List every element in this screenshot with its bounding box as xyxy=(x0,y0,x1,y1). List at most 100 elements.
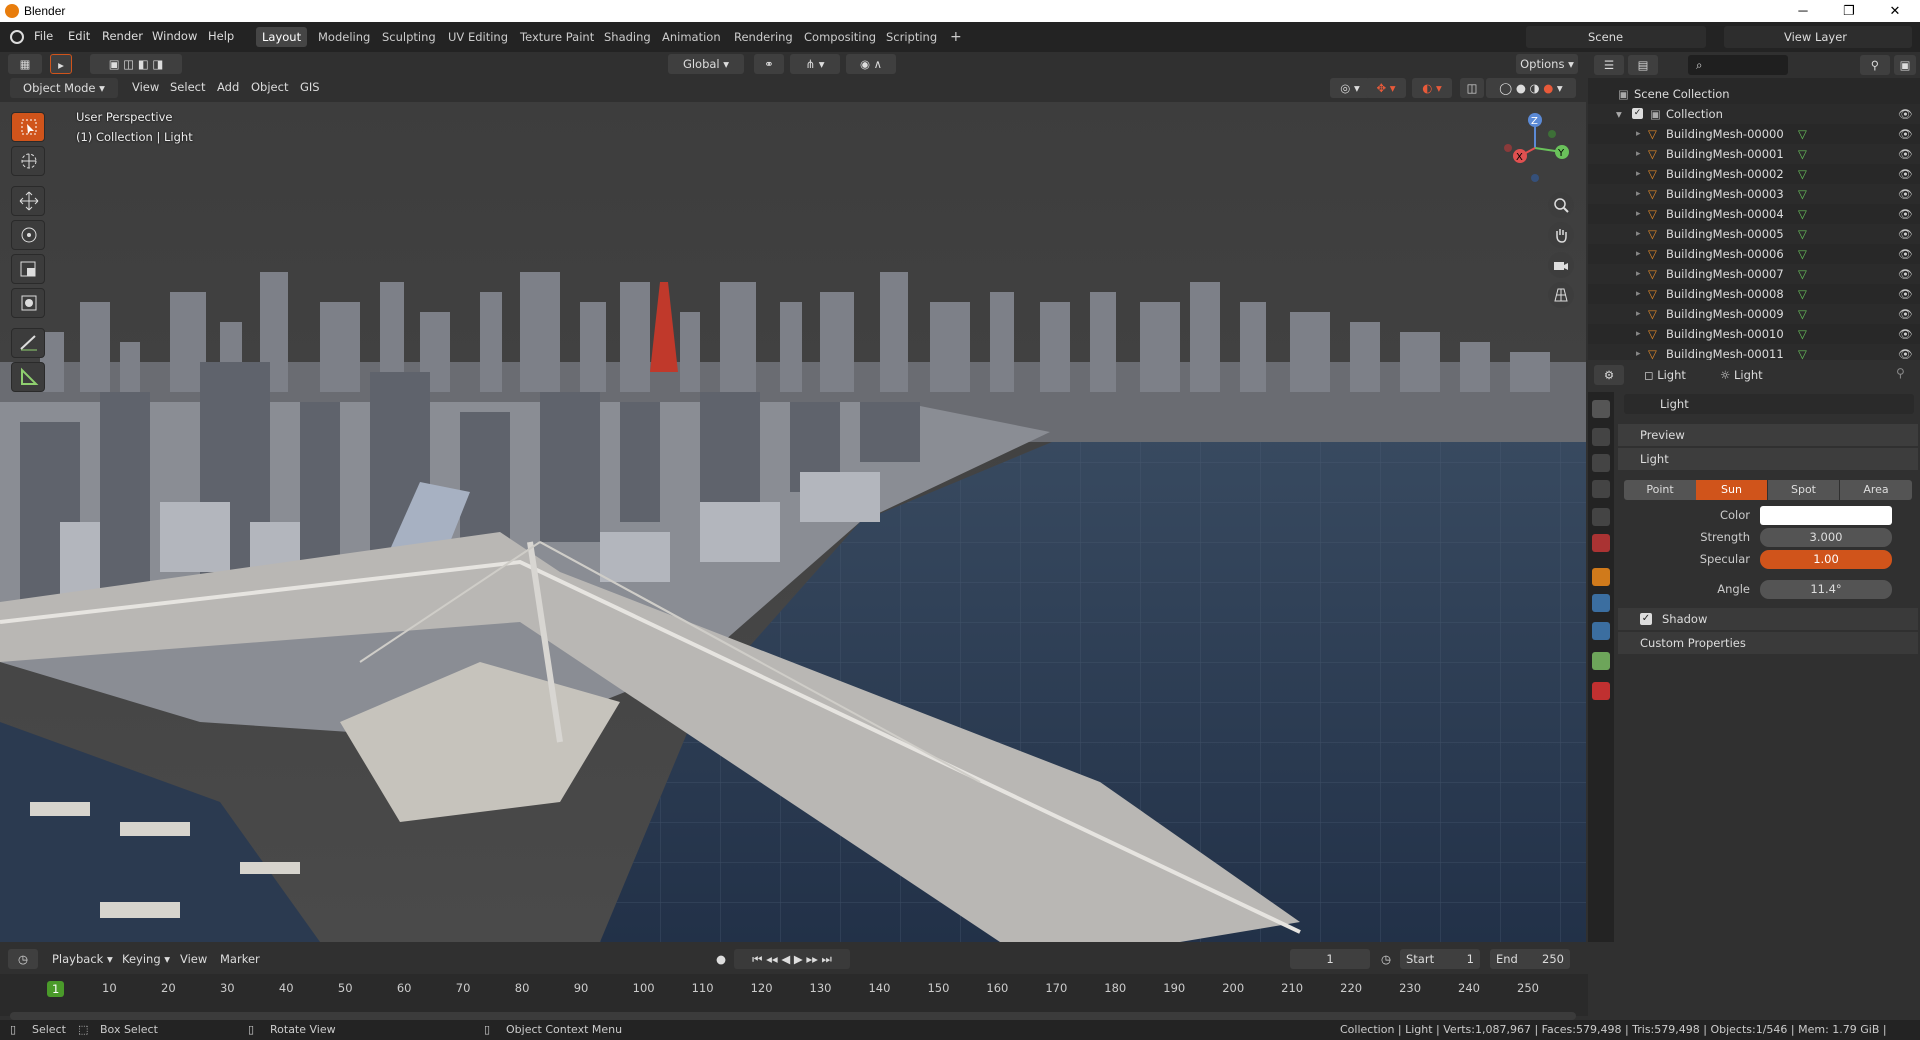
timeline-menu-marker[interactable]: Marker xyxy=(220,952,260,966)
tab-scripting[interactable]: Scripting xyxy=(880,27,943,47)
light-section[interactable]: Light xyxy=(1618,448,1918,470)
menu-file[interactable]: File xyxy=(34,29,53,43)
outliner-scene-collection[interactable]: ▣ Scene Collection xyxy=(1588,84,1920,104)
object-breadcrumb[interactable]: ◻ Light xyxy=(1644,368,1686,382)
specular-slider[interactable]: 1.00 xyxy=(1760,550,1892,569)
cursor-tool[interactable] xyxy=(11,146,45,176)
filter-icon[interactable]: ⚲ xyxy=(1860,55,1890,75)
3d-viewport[interactable]: User Perspective (1) Collection | Light … xyxy=(0,102,1586,942)
rotate-tool[interactable] xyxy=(11,220,45,250)
viewport-menu-view[interactable]: View xyxy=(132,80,159,94)
outliner-collection[interactable]: ▾ ✓ ▣ Collection 👁 xyxy=(1588,104,1920,124)
timeline-menu-view[interactable]: View xyxy=(180,952,207,966)
record-icon[interactable]: ● xyxy=(710,949,732,969)
move-tool[interactable] xyxy=(11,186,45,216)
light-datablock-field[interactable]: Light xyxy=(1624,394,1914,414)
select-box-tool[interactable] xyxy=(11,112,45,142)
expand-icon[interactable]: ▾ xyxy=(1616,104,1622,124)
view-layer-selector[interactable]: View Layer xyxy=(1724,26,1912,48)
menu-help[interactable]: Help xyxy=(208,29,234,43)
outliner-item[interactable]: ▸ ▽ BuildingMesh-00008 ▽ 👁 xyxy=(1588,284,1920,304)
clock-icon[interactable]: ◷ xyxy=(1376,949,1396,969)
eye-icon[interactable]: 👁 xyxy=(1898,184,1913,204)
tab-layout[interactable]: Layout xyxy=(256,27,308,47)
collection-checkbox[interactable]: ✓ xyxy=(1632,108,1643,119)
navigation-gizmo[interactable]: Z Y X xyxy=(1490,108,1580,188)
eye-icon[interactable]: 👁 xyxy=(1898,284,1913,304)
timeline-menu-keying[interactable]: Keying ▾ xyxy=(122,952,170,966)
outliner-item[interactable]: ▸ ▽ BuildingMesh-00002 ▽ 👁 xyxy=(1588,164,1920,184)
close-button[interactable]: ✕ xyxy=(1872,1,1918,21)
outliner-item[interactable]: ▸ ▽ BuildingMesh-00003 ▽ 👁 xyxy=(1588,184,1920,204)
constraints-tab-icon[interactable] xyxy=(1592,622,1610,640)
ortho-grid-icon[interactable] xyxy=(1548,282,1574,308)
expand-icon[interactable]: ▸ xyxy=(1636,144,1641,164)
custom-properties-section[interactable]: Custom Properties xyxy=(1618,632,1918,654)
outliner-item[interactable]: ▸ ▽ BuildingMesh-00005 ▽ 👁 xyxy=(1588,224,1920,244)
pivot-icon[interactable]: ⚭ xyxy=(754,54,784,74)
eye-icon[interactable]: 👁 xyxy=(1898,104,1913,124)
texture-tab-icon[interactable] xyxy=(1592,682,1610,700)
pin-icon[interactable]: ⚲ xyxy=(1896,366,1905,380)
scene-selector[interactable]: Scene xyxy=(1526,26,1706,48)
proportional-edit-icon[interactable]: ◉ ∧ xyxy=(846,54,896,74)
outliner-item[interactable]: ▸ ▽ BuildingMesh-00000 ▽ 👁 xyxy=(1588,124,1920,144)
selection-mode-buttons[interactable]: ▣ ◫ ◧ ◨ xyxy=(90,54,182,74)
select-tool-icon[interactable]: ▸ xyxy=(50,54,72,74)
overlay-toggle-icon[interactable]: ◐ ▾ xyxy=(1412,78,1452,98)
zoom-icon[interactable] xyxy=(1548,192,1574,218)
minimize-button[interactable]: ─ xyxy=(1780,1,1826,21)
physics-tab-icon[interactable] xyxy=(1592,594,1610,612)
render-tab-icon[interactable] xyxy=(1592,428,1610,446)
shading-mode-icons[interactable]: ◯ ● ◑ ● ▾ xyxy=(1486,78,1576,98)
outliner-item[interactable]: ▸ ▽ BuildingMesh-00007 ▽ 👁 xyxy=(1588,264,1920,284)
tab-shading[interactable]: Shading xyxy=(598,27,657,47)
add-workspace-button[interactable]: + xyxy=(944,27,968,47)
outliner-item[interactable]: ▸ ▽ BuildingMesh-00004 ▽ 👁 xyxy=(1588,204,1920,224)
tab-animation[interactable]: Animation xyxy=(656,27,727,47)
outliner-editor-type-icon[interactable]: ☰ xyxy=(1594,55,1624,75)
eye-icon[interactable]: 👁 xyxy=(1898,264,1913,284)
expand-icon[interactable]: ▸ xyxy=(1636,324,1641,344)
strength-field[interactable]: 3.000 xyxy=(1760,528,1892,547)
angle-field[interactable]: 11.4° xyxy=(1760,580,1892,599)
blender-menu-icon[interactable] xyxy=(10,30,24,44)
editor-type-button[interactable]: ▦ xyxy=(8,54,42,74)
expand-icon[interactable]: ▸ xyxy=(1636,184,1641,204)
viewport-menu-add[interactable]: Add xyxy=(217,80,239,94)
shadow-section[interactable]: ✓ Shadow xyxy=(1618,608,1918,630)
outliner-item[interactable]: ▸ ▽ BuildingMesh-00010 ▽ 👁 xyxy=(1588,324,1920,344)
viewport-menu-gis[interactable]: GIS xyxy=(300,80,320,94)
properties-editor-type-icon[interactable]: ⚙ xyxy=(1594,365,1624,385)
scale-tool[interactable] xyxy=(11,254,45,284)
outliner-item[interactable]: ▸ ▽ BuildingMesh-00009 ▽ 👁 xyxy=(1588,304,1920,324)
timeline-scrollbar[interactable] xyxy=(10,1012,1576,1020)
annotate-tool[interactable] xyxy=(11,328,45,358)
tab-rendering[interactable]: Rendering xyxy=(728,27,799,47)
expand-icon[interactable]: ▸ xyxy=(1636,304,1641,324)
output-tab-icon[interactable] xyxy=(1592,454,1610,472)
viewport-menu-object[interactable]: Object xyxy=(251,80,288,94)
tab-texture-paint[interactable]: Texture Paint xyxy=(514,27,600,47)
light-type-spot[interactable]: Spot xyxy=(1768,480,1839,500)
eye-icon[interactable]: 👁 xyxy=(1898,304,1913,324)
object-mode-dropdown[interactable]: Object Mode ▾ xyxy=(10,78,118,98)
expand-icon[interactable]: ▸ xyxy=(1636,224,1641,244)
light-type-area[interactable]: Area xyxy=(1840,480,1912,500)
display-mode-icon[interactable]: ▤ xyxy=(1628,55,1658,75)
eye-icon[interactable]: 👁 xyxy=(1898,164,1913,184)
visibility-icon[interactable]: ◎ ▾ xyxy=(1330,78,1370,98)
light-data-tab-icon[interactable] xyxy=(1592,652,1610,670)
eye-icon[interactable]: 👁 xyxy=(1898,244,1913,264)
transform-tool[interactable] xyxy=(11,288,45,318)
tab-compositing[interactable]: Compositing xyxy=(798,27,882,47)
tool-tab-icon[interactable] xyxy=(1592,400,1610,418)
view-layer-tab-icon[interactable] xyxy=(1592,480,1610,498)
current-frame-field[interactable]: 1 xyxy=(1290,949,1370,969)
eye-icon[interactable]: 👁 xyxy=(1898,124,1913,144)
object-tab-icon[interactable] xyxy=(1592,568,1610,586)
expand-icon[interactable]: ▸ xyxy=(1636,264,1641,284)
menu-render[interactable]: Render xyxy=(102,29,143,43)
timeline-editor-type-icon[interactable]: ◷ xyxy=(8,949,38,969)
expand-icon[interactable]: ▸ xyxy=(1636,164,1641,184)
